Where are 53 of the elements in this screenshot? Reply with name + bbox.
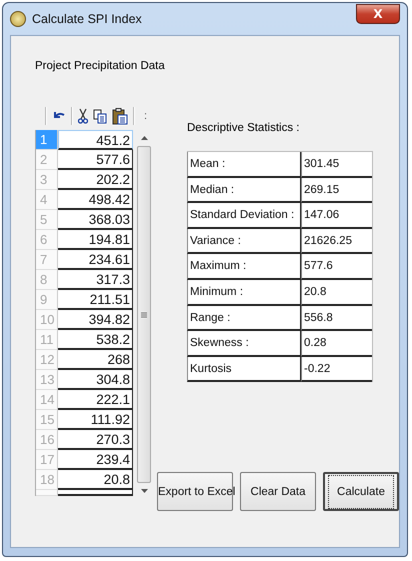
table-cell[interactable]: 268 [58, 350, 133, 370]
table-cell: Minimum : [187, 280, 301, 306]
table-cell[interactable]: 538.2 [58, 330, 133, 350]
section-label: Project Precipitation Data [35, 60, 166, 74]
table-cell: Variance : [187, 228, 301, 254]
close-button[interactable]: X [356, 4, 400, 24]
table-cell[interactable]: 498.42 [58, 190, 133, 210]
table-cell[interactable]: 451.2 [58, 130, 133, 150]
table-cell[interactable]: 317.3 [58, 270, 133, 290]
table-cell: -0.22 [301, 356, 372, 382]
table-cell[interactable]: 394.82 [58, 310, 133, 330]
table-cell: Range : [187, 306, 301, 332]
table-cell[interactable]: 194.81 [58, 230, 133, 250]
scrollbar-thumb[interactable] [137, 146, 151, 483]
table-cell[interactable]: 20.8 [58, 470, 133, 490]
table-cell: Kurtosis [187, 356, 301, 382]
grip-icon [141, 312, 147, 318]
table-cell: 301.45 [301, 152, 372, 178]
table-cell: 147.06 [301, 203, 372, 229]
action-button[interactable]: Clear Data [240, 472, 316, 512]
cut-icon[interactable] [78, 108, 88, 124]
table-cell[interactable]: 111.92 [58, 410, 133, 430]
table-cell: 269.15 [301, 178, 372, 204]
table-cell[interactable]: 270.3 [58, 430, 133, 450]
table-cell: Standard Deviation : [187, 203, 301, 229]
toolbar-overflow[interactable]: : [144, 110, 148, 122]
table-cell[interactable]: 239.4 [58, 450, 133, 470]
table-cell: Maximum : [187, 254, 301, 280]
table-cell[interactable]: 368.03 [58, 210, 133, 230]
table-cell: 20.8 [301, 280, 372, 306]
table-cell[interactable]: 234.61 [58, 250, 133, 270]
table-cell[interactable]: 211.51 [58, 290, 133, 310]
table-cell[interactable]: 202.2 [58, 170, 133, 190]
table-cell: Skewness : [187, 331, 301, 357]
app-logo-icon [10, 11, 26, 27]
table-cell: 21626.25 [301, 228, 372, 254]
action-button[interactable]: Calculate [323, 472, 399, 512]
table-cell: 556.8 [301, 306, 372, 332]
table-cell: Mean : [187, 152, 301, 178]
scroll-down-icon[interactable] [140, 489, 148, 493]
table-cell: Median : [187, 178, 301, 204]
paste-icon[interactable] [112, 108, 128, 124]
action-button[interactable]: Export to Excel [157, 472, 233, 512]
statistics-title: Descriptive Statistics : [187, 122, 300, 136]
copy-icon[interactable] [93, 108, 107, 124]
table-row[interactable] [36, 490, 134, 496]
table-cell[interactable]: 222.1 [58, 390, 133, 410]
table-cell: 577.6 [301, 254, 372, 280]
scroll-up-icon[interactable] [140, 136, 148, 140]
table-cell: 0.28 [301, 331, 372, 357]
table-cell[interactable]: 577.6 [58, 150, 133, 170]
table-cell[interactable]: 304.8 [58, 370, 133, 390]
window-title: Calculate SPI Index [32, 12, 143, 26]
